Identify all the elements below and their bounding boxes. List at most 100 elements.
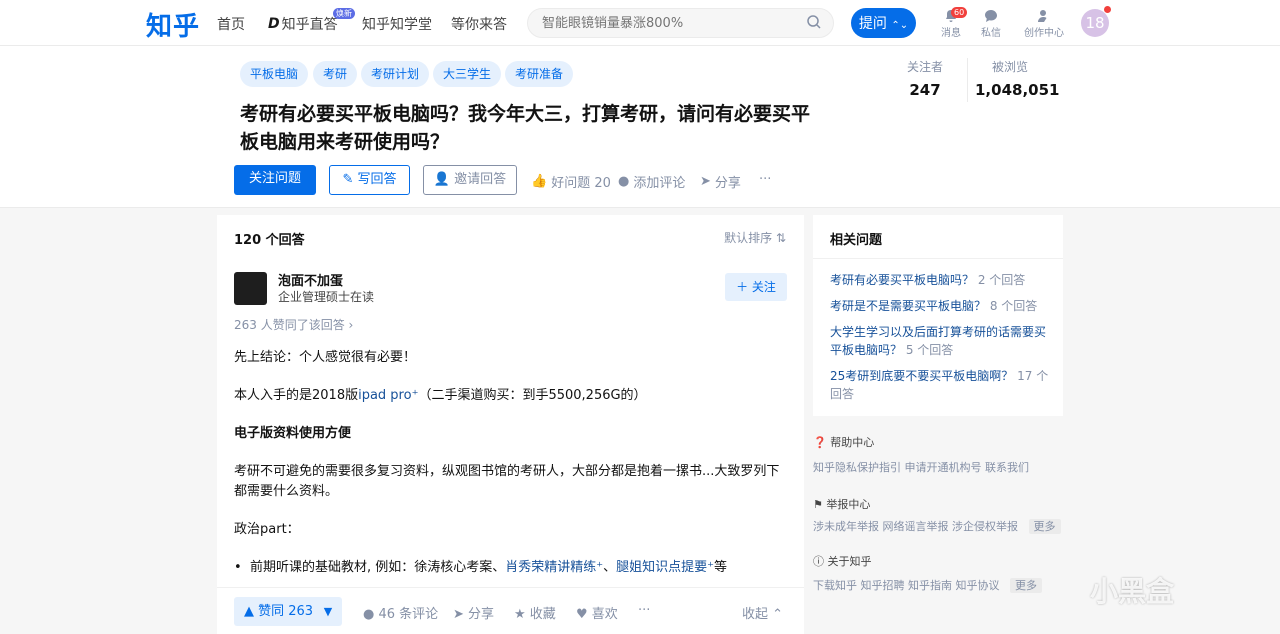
divider <box>967 58 968 102</box>
more-button[interactable]: 更多 <box>1028 519 1061 534</box>
nav-waiting[interactable]: 等你来答 <box>451 14 507 34</box>
chevron-icon: ⌃⌄ <box>891 20 909 31</box>
topic-tag[interactable]: 大三学生 <box>433 61 502 87</box>
more-button[interactable]: ··· <box>759 172 771 187</box>
related-questions-panel: 相关问题 考研有必要买平板电脑吗？ 2 个回答 考研是不是需要买平板电脑？ 8 … <box>813 215 1063 416</box>
plus-icon: ＋ <box>736 280 752 294</box>
search-icon[interactable] <box>806 14 822 30</box>
add-comment-button[interactable]: ● 添加评论 <box>618 172 685 191</box>
paragraph: 本人入手的是2018版ipad pro⁺（二手渠道购买：到手5500,256G的… <box>234 386 786 406</box>
nav-zhida[interactable]: D 知乎直答 焕新 <box>268 8 355 34</box>
vote-summary[interactable]: 263 人赞同了该回答 › <box>234 316 353 333</box>
answer-content: 先上结论：个人感觉很有必要！ 本人入手的是2018版ipad pro⁺（二手渠道… <box>234 348 786 596</box>
invite-label: 邀请回答 <box>454 172 507 187</box>
nav-home[interactable]: 首页 <box>217 14 245 34</box>
related-title: 相关问题 <box>830 233 883 248</box>
dm-label: 私信 <box>981 28 1001 39</box>
share-answer-button[interactable]: ➤ 分享 <box>453 603 494 622</box>
collect-button[interactable]: ★ 收藏 <box>514 603 556 622</box>
creator-label: 创作中心 <box>1024 28 1064 39</box>
paragraph: 先上结论：个人感觉很有必要！ <box>234 350 417 365</box>
related-item[interactable]: 大学生学习以及后面打算考研的话需要买平板电脑吗？ 5 个回答 <box>830 323 1050 359</box>
upvote-button[interactable]: ▲ 赞同 263 <box>234 597 324 626</box>
help-center[interactable]: ❓ 帮助中心 <box>813 434 874 450</box>
user-avatar[interactable]: 18 <box>1081 9 1109 37</box>
author-name[interactable]: 泡面不加蛋 <box>278 270 343 289</box>
collapse-button[interactable]: 收起 ⌃ <box>742 603 783 622</box>
list-item: • 前期听课的基础教材, 例如：徐涛核心考案、肖秀荣精讲精练⁺、腿姐知识点提要⁺… <box>234 560 728 575</box>
about-zhihu[interactable]: ⓘ 关于知乎 <box>813 553 872 569</box>
book-link[interactable]: 腿姐知识点提要 <box>616 560 707 575</box>
author-headline: 企业管理硕士在读 <box>278 290 375 304</box>
like-button[interactable]: ♥ 喜欢 <box>576 603 618 622</box>
creator-button[interactable]: 创作中心 <box>1022 9 1066 39</box>
question-title: 考研有必要买平板电脑吗？我今年大三，打算考研，请问有必要买平板电脑用来考研使用吗… <box>240 103 811 153</box>
share-label: 分享 <box>468 607 495 622</box>
related-item[interactable]: 考研是不是需要买平板电脑？ 8 个回答 <box>830 297 1050 315</box>
topic-tag[interactable]: 平板电脑 <box>240 61 309 87</box>
book-link[interactable]: 肖秀荣精讲精练 <box>505 560 596 575</box>
comment-icon: ● <box>363 607 379 622</box>
answer-more-button[interactable]: ··· <box>638 603 650 618</box>
text: 等 <box>714 560 728 575</box>
about-links-text: 下载知乎 知乎招聘 知乎指南 知乎协议 <box>813 579 1000 592</box>
sort-button[interactable]: 默认排序 ⇅ <box>724 229 786 246</box>
heart-icon: ♥ <box>576 607 592 622</box>
dm-button[interactable]: 私信 <box>971 9 1011 39</box>
help-links[interactable]: 知乎隐私保护指引 申请开通机构号 联系我们 <box>813 459 1029 475</box>
views-label: 被浏览 <box>991 60 1028 74</box>
report-links[interactable]: 涉未成年举报 网络谣言举报 涉企侵权举报 更多 <box>813 518 1061 534</box>
paragraph: 政治part： <box>234 522 300 537</box>
more-button[interactable]: 更多 <box>1010 578 1042 593</box>
zhihu-logo[interactable]: 知乎 <box>146 6 200 43</box>
topic-tag[interactable]: 考研准备 <box>505 61 574 87</box>
new-badge: 焕新 <box>333 8 355 19</box>
search-input[interactable] <box>527 8 834 38</box>
related-count: 2 个回答 <box>977 273 1026 287</box>
chat-icon <box>985 10 997 22</box>
good-question-button[interactable]: 👍 好问题 20 <box>531 172 611 191</box>
sort-label: 默认排序 <box>724 231 773 245</box>
write-answer-button[interactable]: ✎ 写回答 <box>329 165 410 195</box>
related-count: 5 个回答 <box>905 343 954 357</box>
help-label: 帮助中心 <box>830 436 875 449</box>
like-label: 喜欢 <box>591 607 618 622</box>
follow-author-button[interactable]: ＋ 关注 <box>725 273 787 301</box>
related-item[interactable]: 25考研到底要不要买平板电脑啊？ 17 个回答 <box>830 367 1050 403</box>
write-label: 写回答 <box>357 172 397 187</box>
downvote-button[interactable]: ▼ <box>314 597 342 626</box>
send-icon: ➤ <box>453 607 469 622</box>
followers-stat: 关注者 247 <box>900 58 950 99</box>
about-links[interactable]: 下载知乎 知乎招聘 知乎指南 知乎协议 更多 <box>813 577 1042 593</box>
comment-label: 添加评论 <box>633 176 686 191</box>
report-label: 举报中心 <box>826 498 871 511</box>
zhida-icon: D <box>268 16 280 32</box>
nav-xuetang[interactable]: 知乎知学堂 <box>362 14 432 34</box>
answers-count: 120 个回答 <box>234 233 305 248</box>
divider <box>813 258 1063 259</box>
related-item[interactable]: 考研有必要买平板电脑吗？ 2 个回答 <box>830 271 1050 289</box>
top-bar: 知乎 首页 D 知乎直答 焕新 知乎知学堂 等你来答 提问 ⌃⌄ 60 消息 私… <box>0 0 1280 46</box>
notification-dot <box>1104 6 1111 13</box>
ipad-link[interactable]: ipad pro <box>358 388 411 403</box>
topic-tag[interactable]: 考研计划 <box>361 61 430 87</box>
flag-icon: ⚑ <box>813 498 827 511</box>
ask-button[interactable]: 提问 ⌃⌄ <box>851 8 916 38</box>
text: 、 <box>603 560 617 575</box>
followers-count: 247 <box>909 81 941 99</box>
report-center[interactable]: ⚑ 举报中心 <box>813 496 870 512</box>
topic-tag[interactable]: 考研 <box>313 61 358 87</box>
messages-button[interactable]: 60 消息 <box>931 7 971 39</box>
report-links-text: 涉未成年举报 网络谣言举报 涉企侵权举报 <box>813 520 1018 533</box>
share-label: 分享 <box>714 176 741 191</box>
invite-answer-button[interactable]: 👤 邀请回答 <box>423 165 517 195</box>
collapse-label: 收起 <box>742 607 769 622</box>
good-label: 好问题 20 <box>551 176 611 191</box>
comments-button[interactable]: ● 46 条评论 <box>363 603 438 622</box>
text: （二手渠道购买：到手5500,256G的） <box>418 388 647 403</box>
send-icon: ➤ <box>700 174 711 189</box>
follow-question-button[interactable]: 关注问题 <box>234 165 316 195</box>
share-button[interactable]: ➤ 分享 <box>700 172 741 191</box>
paragraph: 考研不可避免的需要很多复习资料，纵观图书馆的考研人，大部分都是抱着一摞书...大… <box>234 464 780 499</box>
author-avatar[interactable] <box>234 272 267 305</box>
